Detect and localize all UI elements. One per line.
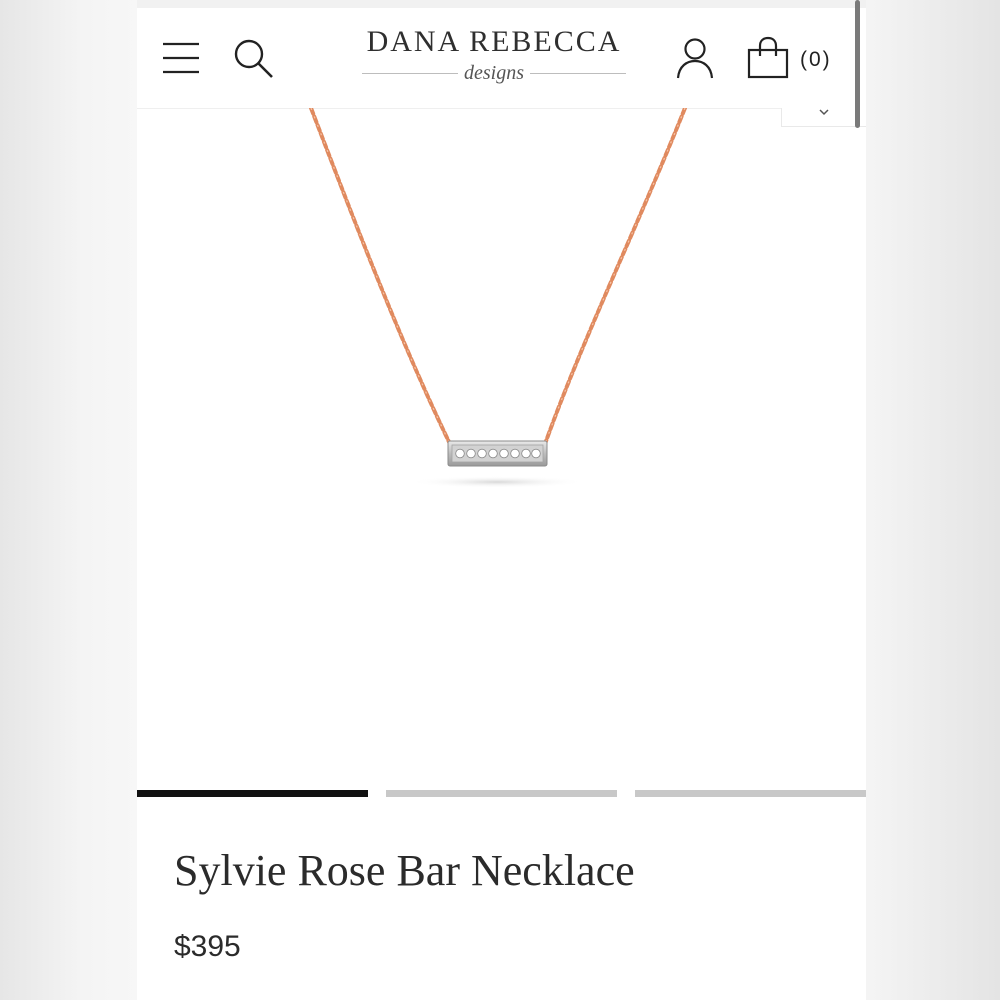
scrollbar[interactable]: [855, 0, 860, 128]
user-icon[interactable]: [675, 36, 715, 80]
tagline-rule-right: [530, 73, 626, 74]
product-price: $395: [174, 930, 241, 963]
shopping-bag-icon[interactable]: [746, 36, 790, 80]
cart-count[interactable]: (0): [800, 48, 832, 72]
necklace-chain-left: [309, 108, 452, 446]
mobile-viewport: DANA REBECCA designs (0) Sylvie Rose Bar…: [137, 0, 866, 1000]
gallery-indicator-3[interactable]: [635, 790, 866, 797]
product-image-necklace[interactable]: [137, 108, 866, 788]
hamburger-menu-icon[interactable]: [161, 40, 201, 76]
brand-tagline-row: designs: [359, 62, 629, 84]
gallery-indicators: [137, 790, 866, 798]
tagline-rule-left: [362, 73, 458, 74]
top-edge: [137, 0, 866, 8]
site-header: DANA REBECCA designs (0): [137, 8, 866, 109]
product-title: Sylvie Rose Bar Necklace: [174, 846, 635, 895]
gallery-indicator-1[interactable]: [137, 790, 368, 797]
pendant-bar: [447, 440, 548, 467]
search-icon[interactable]: [231, 36, 275, 80]
brand-tagline: designs: [464, 62, 524, 84]
gallery-indicator-2[interactable]: [386, 790, 617, 797]
brand-logo[interactable]: DANA REBECCA designs: [359, 26, 629, 96]
brand-name: DANA REBECCA: [366, 25, 622, 58]
